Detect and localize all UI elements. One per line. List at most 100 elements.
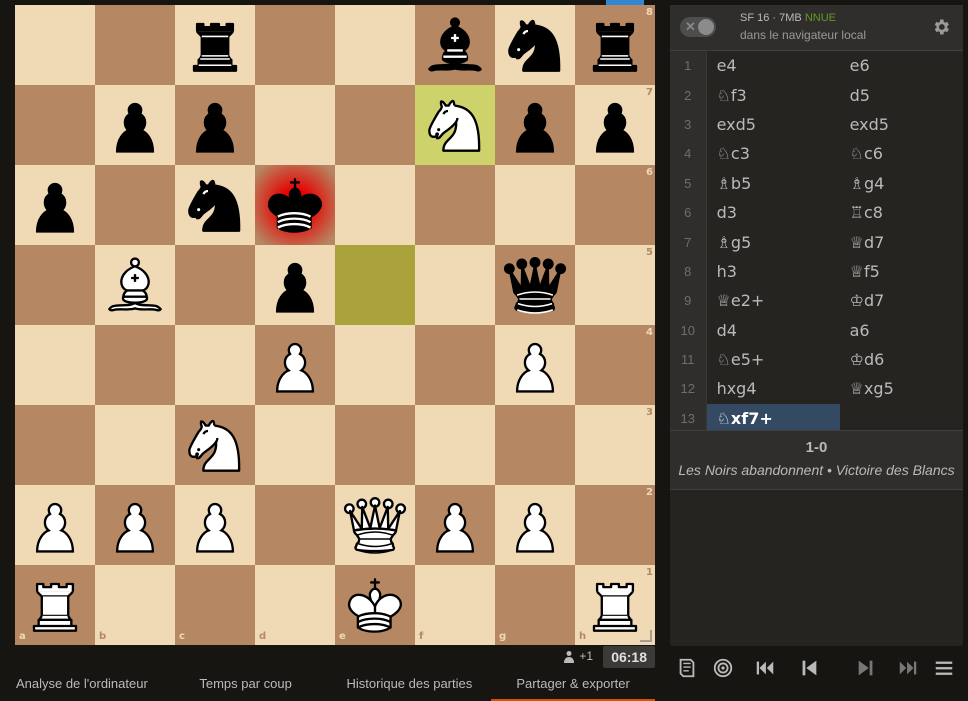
white-pawn-f2[interactable]	[415, 485, 495, 565]
black-move[interactable]: e6	[840, 51, 963, 80]
black-move[interactable]: ♗g4	[840, 169, 963, 198]
last-move-icon[interactable]	[891, 650, 925, 686]
square-g3[interactable]	[495, 405, 575, 485]
square-a7[interactable]	[15, 85, 95, 165]
white-pawn-d4[interactable]	[255, 325, 335, 405]
black-queen-g5[interactable]	[495, 245, 575, 325]
white-knight-c3[interactable]	[175, 405, 255, 485]
board-resize-handle[interactable]	[640, 630, 652, 642]
square-b1[interactable]	[95, 565, 175, 645]
white-move[interactable]: h3	[707, 257, 840, 286]
black-pawn-a6[interactable]	[15, 165, 95, 245]
square-h2[interactable]	[575, 485, 655, 565]
square-a3[interactable]	[15, 405, 95, 485]
black-move[interactable]: d5	[840, 80, 963, 109]
black-pawn-g7[interactable]	[495, 85, 575, 165]
white-queen-e2[interactable]	[335, 485, 415, 565]
tab-2[interactable]: Historique des parties	[328, 668, 492, 701]
white-move[interactable]: ♕e2+	[707, 286, 840, 315]
square-b3[interactable]	[95, 405, 175, 485]
square-a5[interactable]	[15, 245, 95, 325]
white-move[interactable]: d4	[707, 316, 840, 345]
white-move[interactable]: ♘e5+	[707, 345, 840, 374]
previous-move-icon[interactable]	[792, 650, 826, 686]
tab-3[interactable]: Partager & exporter	[491, 668, 655, 701]
black-move[interactable]: ♕d7	[840, 227, 963, 256]
black-bishop-f8[interactable]	[415, 5, 495, 85]
square-f4[interactable]	[415, 325, 495, 405]
white-pawn-b2[interactable]	[95, 485, 175, 565]
first-move-icon[interactable]	[748, 650, 782, 686]
black-move[interactable]: ♕xg5	[840, 374, 963, 403]
black-pawn-b7[interactable]	[95, 85, 175, 165]
square-h6[interactable]	[575, 165, 655, 245]
black-move[interactable]: ♘c6	[840, 139, 963, 168]
square-e8[interactable]	[335, 5, 415, 85]
square-h3[interactable]	[575, 405, 655, 485]
target-icon[interactable]	[706, 650, 740, 686]
white-knight-f7[interactable]	[415, 85, 495, 165]
square-h4[interactable]	[575, 325, 655, 405]
square-g1[interactable]	[495, 565, 575, 645]
square-d1[interactable]	[255, 565, 335, 645]
black-move[interactable]: ♔d7	[840, 286, 963, 315]
white-move[interactable]: hxg4	[707, 374, 840, 403]
engine-toggle[interactable]: ✕	[680, 17, 716, 37]
tab-1[interactable]: Temps par coup	[164, 668, 328, 701]
square-d2[interactable]	[255, 485, 335, 565]
square-f6[interactable]	[415, 165, 495, 245]
white-king-e1[interactable]	[335, 565, 415, 645]
square-e3[interactable]	[335, 405, 415, 485]
white-move[interactable]: ♘xf7+	[706, 403, 840, 434]
chess-board[interactable]: 87654321abcdefgh	[15, 5, 655, 645]
black-move[interactable]: ♔d6	[840, 345, 963, 374]
square-a4[interactable]	[15, 325, 95, 405]
black-rook-c8[interactable]	[175, 5, 255, 85]
white-move[interactable]: ♘c3	[707, 139, 840, 168]
menu-icon[interactable]	[927, 650, 961, 686]
square-c4[interactable]	[175, 325, 255, 405]
square-h5[interactable]	[575, 245, 655, 325]
white-move[interactable]: e4	[707, 51, 840, 80]
black-knight-g8[interactable]	[495, 5, 575, 85]
white-move[interactable]: d3	[707, 198, 840, 227]
square-d8[interactable]	[255, 5, 335, 85]
white-move[interactable]: ♘f3	[707, 80, 840, 109]
square-d7[interactable]	[255, 85, 335, 165]
gear-icon[interactable]	[931, 17, 951, 37]
square-b6[interactable]	[95, 165, 175, 245]
white-pawn-g2[interactable]	[495, 485, 575, 565]
white-pawn-a2[interactable]	[15, 485, 95, 565]
white-bishop-b5[interactable]	[95, 245, 175, 325]
black-move[interactable]: exd5	[840, 110, 963, 139]
black-move[interactable]: a6	[840, 316, 963, 345]
white-move[interactable]: ♗g5	[707, 227, 840, 256]
book-icon[interactable]	[670, 650, 704, 686]
square-b4[interactable]	[95, 325, 175, 405]
square-c5[interactable]	[175, 245, 255, 325]
tab-0[interactable]: Analyse de l'ordinateur	[0, 668, 164, 701]
black-rook-h8[interactable]	[575, 5, 655, 85]
black-move[interactable]: ♕f5	[840, 257, 963, 286]
square-f1[interactable]	[415, 565, 495, 645]
square-e6[interactable]	[335, 165, 415, 245]
white-pawn-c2[interactable]	[175, 485, 255, 565]
black-pawn-d5[interactable]	[255, 245, 335, 325]
black-king-d6[interactable]	[255, 165, 335, 245]
square-f5[interactable]	[415, 245, 495, 325]
black-knight-c6[interactable]	[175, 165, 255, 245]
square-g6[interactable]	[495, 165, 575, 245]
next-move-icon[interactable]	[849, 650, 883, 686]
white-rook-a1[interactable]	[15, 565, 95, 645]
black-move[interactable]: ♖c8	[840, 198, 963, 227]
white-move[interactable]: exd5	[707, 110, 840, 139]
square-e4[interactable]	[335, 325, 415, 405]
square-e7[interactable]	[335, 85, 415, 165]
black-pawn-h7[interactable]	[575, 85, 655, 165]
square-e5[interactable]	[335, 245, 415, 325]
square-a8[interactable]	[15, 5, 95, 85]
square-f3[interactable]	[415, 405, 495, 485]
black-pawn-c7[interactable]	[175, 85, 255, 165]
square-b8[interactable]	[95, 5, 175, 85]
square-c1[interactable]	[175, 565, 255, 645]
